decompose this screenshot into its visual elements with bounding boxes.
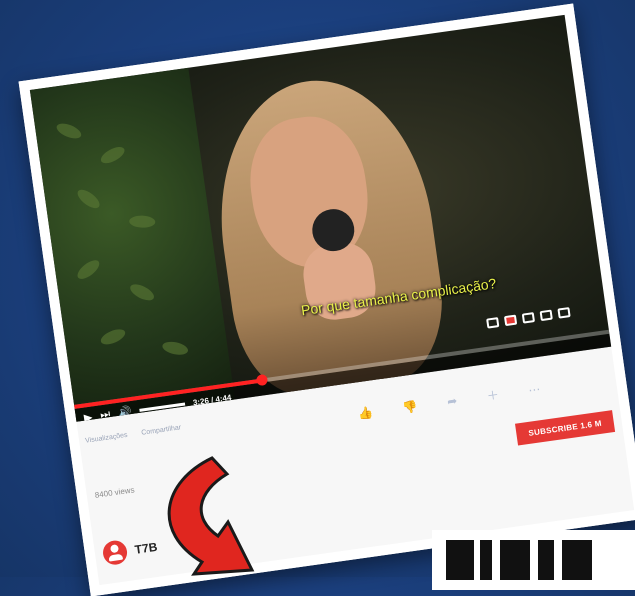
like-icon[interactable]: 👍 <box>357 405 374 421</box>
time-display: 3:26 / 4:44 <box>192 392 232 408</box>
arrow-icon <box>167 456 255 576</box>
video-player[interactable]: Por que tamanha complicação? ▶ ⏭ 🔊 3:26 … <box>29 14 612 422</box>
player-right-controls <box>486 307 571 329</box>
fullscreen-icon[interactable] <box>557 307 571 319</box>
share-icon[interactable]: ➦ <box>446 393 458 408</box>
play-icon[interactable]: ▶ <box>83 411 93 422</box>
subscribe-button[interactable]: SUBSCRIBE 1.6 M <box>515 410 616 446</box>
meta-link[interactable]: Visualizações <box>85 432 128 445</box>
dislike-icon[interactable]: 👎 <box>402 399 419 415</box>
meta-link[interactable]: Compartilhar <box>141 424 182 437</box>
meta-links: Visualizações Compartilhar <box>85 424 182 444</box>
singer-video-frame <box>180 44 472 404</box>
view-count: 8400 views <box>94 485 136 500</box>
volume-slider[interactable] <box>139 402 186 412</box>
subtitles-icon[interactable] <box>486 317 500 329</box>
settings-icon[interactable] <box>503 314 518 327</box>
more-icon[interactable]: ⋯ <box>527 381 541 397</box>
save-icon[interactable]: ＋ <box>486 386 500 405</box>
volume-icon[interactable]: 🔊 <box>117 405 132 420</box>
theater-icon[interactable] <box>539 309 553 322</box>
next-icon[interactable]: ⏭ <box>99 408 111 422</box>
action-bar: 👍 👎 ➦ ＋ ⋯ <box>357 380 542 422</box>
qr-code <box>432 530 635 590</box>
miniplayer-icon[interactable] <box>521 312 536 324</box>
avatar-icon[interactable] <box>101 539 129 567</box>
